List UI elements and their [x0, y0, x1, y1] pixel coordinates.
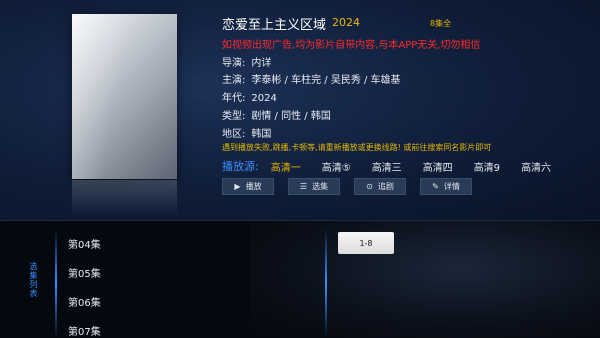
source-item[interactable]: 高清一: [271, 159, 301, 174]
director-row: 导演: 内详: [222, 54, 271, 69]
action-bar: ▶ 播放 ☰ 选集 ⊙ 追剧 ✎ 详情: [222, 178, 486, 195]
play-label: 播放: [245, 182, 262, 191]
genre-value: 剧情 / 同性 / 韩国: [251, 111, 331, 122]
show-year: 2024: [332, 16, 360, 29]
year-label: 年代:: [222, 93, 246, 104]
play-button[interactable]: ▶ 播放: [222, 178, 274, 195]
detail-label: 详情: [443, 182, 460, 191]
select-episode-label: 选集: [312, 182, 329, 191]
follow-button[interactable]: ⊙ 追剧: [354, 178, 406, 195]
episode-item[interactable]: 第05集: [68, 265, 101, 280]
source-label: 播放源:: [222, 160, 259, 173]
list-icon: ☰: [299, 182, 308, 191]
follow-icon: ⊙: [366, 182, 373, 191]
episode-item[interactable]: 第06集: [68, 294, 101, 309]
director-label: 导演:: [222, 58, 246, 69]
detail-button[interactable]: ✎ 详情: [420, 178, 472, 195]
genre-label: 类型:: [222, 111, 246, 122]
episode-list-divider: [55, 228, 57, 338]
genre-row: 类型: 剧情 / 同性 / 韩国: [222, 107, 331, 122]
playback-notice: 遇到播放失败,跳播,卡顿等,请重新播放或更换线路! 或前往搜索同名影片即可: [222, 143, 492, 152]
episode-item[interactable]: 第07集: [68, 323, 101, 338]
range-divider: [325, 228, 327, 338]
poster-reflection: [72, 180, 177, 216]
region-value: 韩国: [251, 129, 272, 140]
follow-label: 追剧: [377, 182, 394, 191]
episodes-count: 8集全: [430, 19, 452, 28]
ad-warning: 如视频出现广告,均为影片自带内容,与本APP无关,切勿相信: [222, 40, 481, 51]
poster-image: [72, 14, 177, 179]
source-item[interactable]: 高清⑤: [322, 159, 351, 174]
select-episode-button[interactable]: ☰ 选集: [288, 178, 340, 195]
source-selector: 播放源: 高清一 高清⑤ 高清三 高清四 高清9 高清六: [222, 158, 572, 174]
source-item[interactable]: 高清三: [372, 159, 402, 174]
episode-range-button[interactable]: 1-8: [338, 232, 394, 254]
cast-row: 主演: 李泰彬 / 车柱完 / 吴民秀 / 车雄基: [222, 71, 401, 86]
edit-icon: ✎: [432, 182, 439, 191]
show-title: 恋爱至上主义区域: [222, 18, 327, 33]
episode-list-tab[interactable]: 选集列表: [26, 262, 38, 298]
source-item[interactable]: 高清9: [474, 159, 500, 174]
director-value: 内详: [251, 58, 272, 69]
cast-label: 主演:: [222, 75, 246, 86]
region-row: 地区: 韩国: [222, 125, 271, 140]
episode-item[interactable]: 第04集: [68, 236, 101, 251]
source-item[interactable]: 高清六: [521, 159, 551, 174]
year-value: 2024: [251, 93, 277, 104]
region-label: 地区:: [222, 129, 246, 140]
cast-value: 李泰彬 / 车柱完 / 吴民秀 / 车雄基: [251, 75, 401, 86]
year-row: 年代: 2024: [222, 89, 277, 104]
source-item[interactable]: 高清四: [423, 159, 453, 174]
play-icon: ▶: [234, 182, 241, 191]
episode-panel-glow: [250, 221, 600, 338]
